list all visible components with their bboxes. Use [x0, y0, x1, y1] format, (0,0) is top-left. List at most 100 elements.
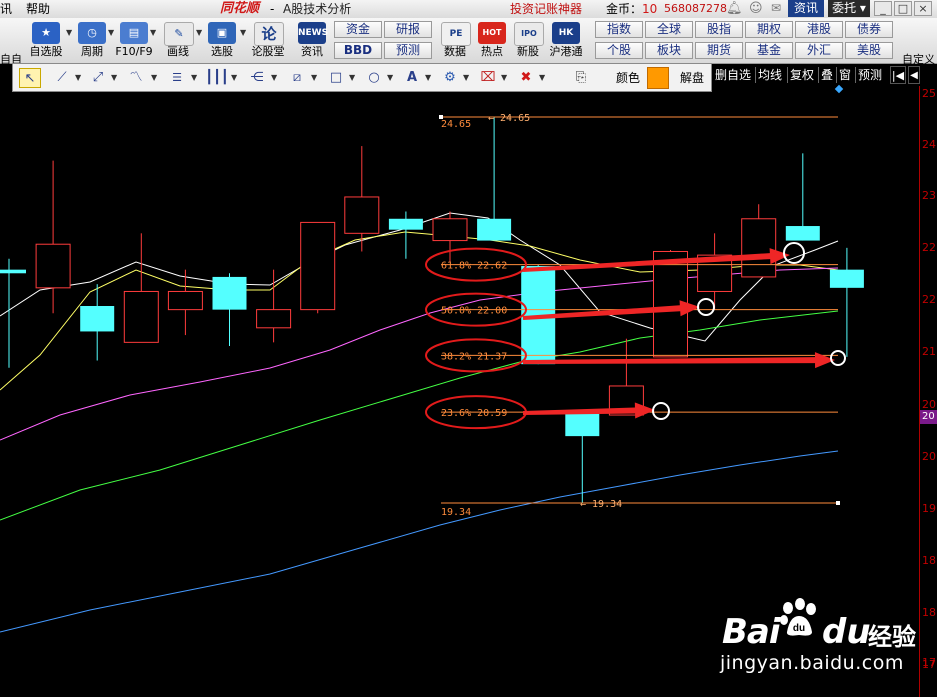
- chevron-down-icon[interactable]: ▼: [539, 68, 545, 88]
- chevron-down-icon[interactable]: ▼: [75, 68, 81, 88]
- tab-forecast[interactable]: 预测: [858, 66, 882, 84]
- fib-low-marker: ← 19.34: [580, 499, 622, 510]
- watermark-du: du: [822, 612, 871, 652]
- market-hk-button[interactable]: 港股: [795, 21, 843, 38]
- ellipse-tool-icon[interactable]: ○: [363, 68, 385, 88]
- menu-item-help[interactable]: 帮助: [26, 1, 50, 17]
- chevron-down-icon[interactable]: ▼: [425, 68, 431, 88]
- color-picker[interactable]: [647, 67, 669, 89]
- hk-connect-button[interactable]: HK 沪港通: [546, 20, 586, 62]
- market-futures-index-button[interactable]: 股指: [695, 21, 743, 38]
- gear-icon[interactable]: ⚙: [439, 68, 461, 88]
- price-axis-tick: 20: [922, 450, 936, 463]
- period-button[interactable]: ◷ 周期: [72, 20, 112, 62]
- text-tool-icon[interactable]: A: [401, 68, 423, 88]
- tab-adjust[interactable]: 复权: [790, 66, 814, 84]
- market-stocks-button[interactable]: 个股: [595, 42, 643, 59]
- maximize-button[interactable]: □: [894, 1, 912, 16]
- message-icon[interactable]: ✉︎: [771, 1, 785, 16]
- draw-line-label: 画线: [167, 45, 189, 58]
- minimize-button[interactable]: _: [874, 1, 892, 16]
- market-index-button[interactable]: 指数: [595, 21, 643, 38]
- chevron-down-icon[interactable]: ▼: [151, 68, 157, 88]
- market-bonds-button[interactable]: 债券: [845, 21, 893, 38]
- promo-link[interactable]: 投资记账神器: [510, 1, 582, 17]
- chevron-down-icon[interactable]: ▼: [231, 68, 237, 88]
- pointer-tool-icon[interactable]: ↖: [19, 68, 41, 88]
- draw-line-button[interactable]: ✎ 画线: [158, 20, 198, 62]
- fib-level-label: 50.0% 22.00: [441, 306, 507, 317]
- wave-tool-icon[interactable]: 〽: [123, 68, 149, 88]
- tab-moving-average[interactable]: 均线: [758, 66, 782, 84]
- research-button[interactable]: 研报: [384, 21, 432, 38]
- market-sectors-button[interactable]: 板块: [645, 42, 693, 59]
- user-icon[interactable]: ☺︎: [749, 1, 763, 16]
- tab-window[interactable]: 窗: [839, 66, 851, 84]
- menu-item-info[interactable]: 讯: [0, 1, 12, 17]
- fan-tool-icon[interactable]: ⋲: [245, 68, 269, 88]
- tab-separator: [755, 67, 756, 83]
- news-toolbar-button[interactable]: NEWS 资讯: [292, 20, 332, 62]
- watchlist-button[interactable]: ★ 自选股: [26, 20, 66, 62]
- chevron-down-icon[interactable]: ▼: [150, 28, 158, 37]
- candle-body: [80, 306, 115, 332]
- tab-separator: [836, 67, 837, 83]
- watermark-jingyan: 经验: [868, 623, 916, 651]
- fibonacci-retracement[interactable]: 24.65 ← 24.65 19.34 ← 19.34 61.8% 22.62 50.0%…: [439, 113, 840, 518]
- market-forex-button[interactable]: 外汇: [795, 42, 843, 59]
- export-icon[interactable]: ⎘: [569, 68, 593, 88]
- chevron-down-icon[interactable]: ▼: [349, 68, 355, 88]
- forecast-button[interactable]: 预测: [384, 42, 432, 59]
- bell-icon[interactable]: 🔔︎: [726, 1, 743, 16]
- rectangle-tool-icon[interactable]: □: [325, 68, 347, 88]
- fib-level-label: 23.6% 20.59: [441, 408, 507, 419]
- stock-screener-button[interactable]: ▣ 选股: [202, 20, 242, 62]
- market-funds-button[interactable]: 基金: [745, 42, 793, 59]
- f10-label: F10/F9: [115, 45, 153, 58]
- account-id[interactable]: 568087278: [664, 1, 727, 17]
- market-options-button[interactable]: 期权: [745, 21, 793, 38]
- data-button[interactable]: PE 数据: [435, 20, 475, 62]
- bbd-button[interactable]: BBD: [334, 42, 382, 59]
- close-button[interactable]: ×: [914, 1, 932, 16]
- chevron-down-icon[interactable]: ▼: [387, 68, 393, 88]
- chevron-down-icon[interactable]: ▼: [463, 68, 469, 88]
- clock-icon: ◷: [78, 22, 106, 44]
- price-axis-tick: 22: [922, 293, 936, 306]
- bookmark-delete-icon[interactable]: ⌧: [477, 68, 499, 88]
- channel-tool-icon[interactable]: ⧄: [285, 68, 309, 88]
- market-us-button[interactable]: 美股: [845, 42, 893, 59]
- menu-bar: 讯 帮助 同花顺 - A股技术分析 投资记账神器 金币： 10 56808727…: [0, 0, 937, 19]
- ray-tool-icon[interactable]: ⤢: [87, 68, 109, 88]
- svg-text:du: du: [793, 623, 805, 634]
- customize-button[interactable]: 自定义: [902, 51, 935, 67]
- white-circle-mark: [652, 402, 670, 420]
- skip-first-icon[interactable]: |◀: [890, 66, 906, 84]
- trade-button[interactable]: 委托 ▾: [828, 0, 870, 17]
- chevron-down-icon[interactable]: ▼: [501, 68, 507, 88]
- price-axis-tick: 22: [922, 241, 936, 254]
- chevron-left-icon[interactable]: ◀: [908, 66, 920, 84]
- unlock-button[interactable]: 解盘: [680, 69, 704, 87]
- delete-icon[interactable]: ✖: [515, 68, 537, 88]
- market-futures-button[interactable]: 期货: [695, 42, 743, 59]
- forum-button[interactable]: 论 论股堂: [248, 20, 288, 62]
- chevron-down-icon[interactable]: ▼: [191, 68, 197, 88]
- chevron-down-icon[interactable]: ▼: [240, 28, 248, 37]
- f10-button[interactable]: ▤ F10/F9: [114, 20, 154, 62]
- market-global-button[interactable]: 全球: [645, 21, 693, 38]
- tab-delete-watchlist[interactable]: 删自选: [715, 66, 751, 84]
- news-button[interactable]: 资讯: [788, 0, 824, 17]
- fund-flow-button[interactable]: 资金: [334, 21, 382, 38]
- chevron-down-icon[interactable]: ▼: [271, 68, 277, 88]
- ipo-button[interactable]: IPO 新股: [508, 20, 548, 62]
- price-axis-tick: 25: [922, 87, 936, 100]
- color-label: 颜色: [616, 71, 641, 85]
- text-mark-tool-icon[interactable]: ☰: [165, 68, 189, 88]
- tab-overlay[interactable]: 叠: [821, 66, 833, 84]
- period-lines-tool-icon[interactable]: ┃┃┃: [205, 68, 229, 88]
- line-tool-icon[interactable]: ⟋: [51, 68, 73, 88]
- chevron-down-icon[interactable]: ▼: [111, 68, 117, 88]
- price-axis-tick: 19: [922, 502, 936, 515]
- chevron-down-icon[interactable]: ▼: [311, 68, 317, 88]
